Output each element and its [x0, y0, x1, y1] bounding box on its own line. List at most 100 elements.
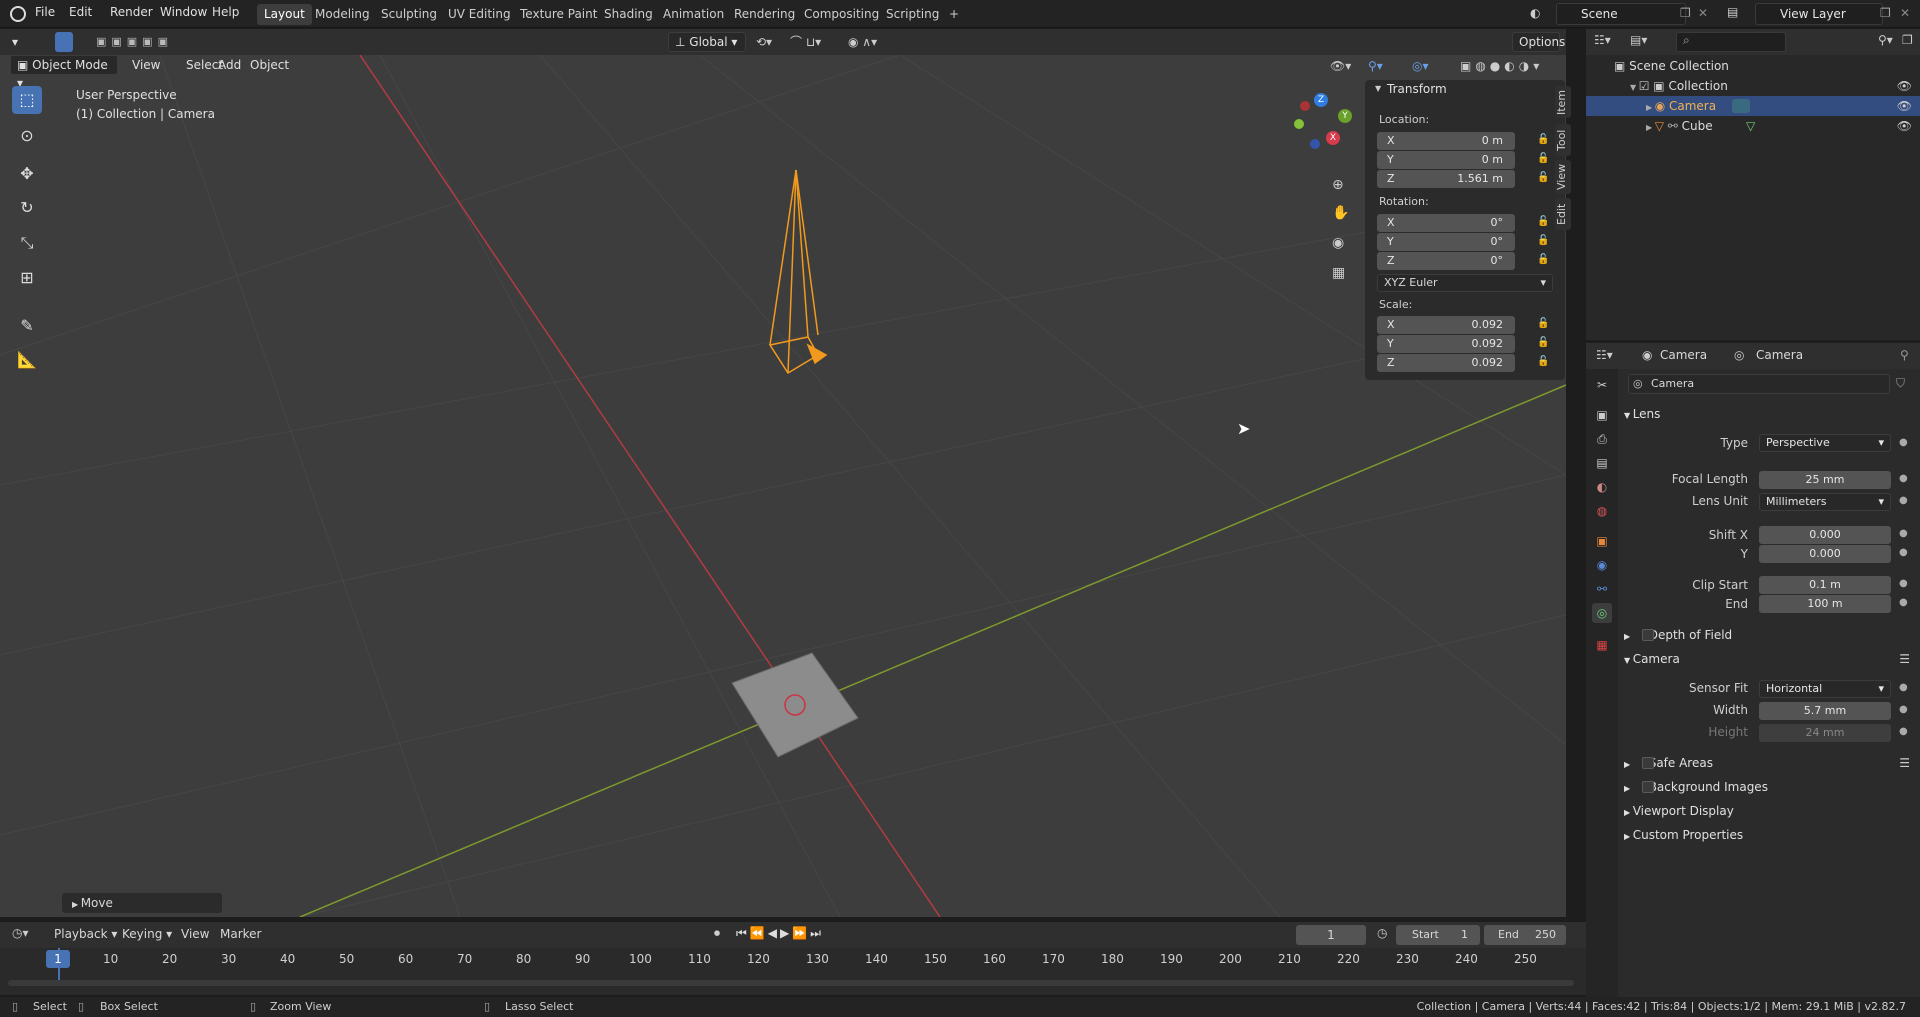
add-workspace-button[interactable]: + — [942, 4, 966, 25]
tab-compositing[interactable]: Compositing — [797, 4, 886, 25]
editor-type-icon[interactable]: ☷▾ — [1596, 348, 1613, 362]
dof-checkbox[interactable] — [1642, 629, 1654, 641]
gizmo-y[interactable]: Y — [1338, 109, 1352, 123]
menu-window[interactable]: Window — [160, 5, 207, 19]
scene-selector[interactable]: Scene — [1556, 3, 1686, 25]
section-camera[interactable]: ▼ Camera ☰ — [1624, 649, 1914, 669]
gizmo-neg-x[interactable] — [1300, 101, 1310, 111]
mesh-data-icon[interactable]: ▽ — [1746, 116, 1755, 136]
blender-logo-icon[interactable] — [10, 6, 26, 22]
overlay-toggle-icon[interactable]: ◎▾ — [1412, 56, 1429, 76]
section-background-images[interactable]: ▶ Background Images — [1624, 777, 1914, 797]
start-frame-field[interactable]: Start 1 — [1396, 925, 1480, 945]
proportional-edit-icon[interactable]: ◉ ∧▾ — [848, 32, 877, 52]
keyframe-dot-icon[interactable]: ● — [1899, 495, 1908, 506]
menu-playback[interactable]: Playback ▾ — [54, 927, 117, 941]
sidebar-tab-tool[interactable]: Tool — [1555, 124, 1571, 156]
eye-icon[interactable]: 👁 — [1897, 76, 1912, 96]
keyframe-dot-icon[interactable]: ● — [1899, 528, 1908, 539]
lock-icon[interactable]: 🔓 — [1537, 356, 1551, 370]
rotation-z-field[interactable]: Z 0° — [1377, 252, 1515, 270]
end-frame-field[interactable]: End 250 — [1484, 925, 1566, 945]
menu-add[interactable]: Add — [218, 55, 241, 75]
keyframe-dot-icon[interactable]: ● — [1899, 597, 1908, 608]
menu-marker[interactable]: Marker — [220, 927, 261, 941]
pan-hand-icon[interactable]: ✋ — [1332, 205, 1349, 221]
visibility-icon[interactable]: 👁▾ — [1330, 56, 1351, 76]
outliner-row-collection[interactable]: ▼ ☑ ▣ Collection 👁 — [1586, 76, 1920, 96]
move-tool-icon[interactable]: ✥ — [12, 160, 42, 188]
lock-icon[interactable]: 🔓 — [1537, 216, 1551, 230]
playback-controls-icons[interactable]: ⏮⏪◀▶⏩⏭ — [736, 926, 824, 941]
sidebar-tab-item[interactable]: Item — [1555, 86, 1571, 118]
rotate-tool-icon[interactable]: ↻ — [12, 194, 42, 222]
annotate-tool-icon[interactable]: ✎ — [12, 312, 42, 340]
gizmo-toggle-icon[interactable]: ⚲▾ — [1368, 56, 1383, 76]
gizmo-neg-y[interactable] — [1294, 119, 1304, 129]
section-custom-properties[interactable]: ▶ Custom Properties — [1624, 825, 1914, 845]
focal-length-field[interactable]: 25 mm — [1759, 471, 1891, 489]
menu-keying[interactable]: Keying ▾ — [122, 927, 172, 941]
sidebar-tab-view[interactable]: View — [1555, 160, 1571, 194]
presets-list-icon[interactable]: ☰ — [1899, 649, 1910, 669]
new-collection-icon[interactable]: ❐ — [1902, 33, 1913, 47]
tab-rendering[interactable]: Rendering — [727, 4, 802, 25]
3d-viewport[interactable]: User Perspective (1) Collection | Camera… — [0, 55, 1566, 917]
tab-animation[interactable]: Animation — [656, 4, 731, 25]
new-view-layer-icon[interactable]: ❐ — [1880, 6, 1891, 20]
sensor-fit-dropdown[interactable]: Horizontal ▾ — [1759, 680, 1891, 698]
ortho-grid-icon[interactable]: ▦ — [1332, 265, 1345, 281]
section-viewport-display[interactable]: ▶ Viewport Display — [1624, 801, 1914, 821]
lock-icon[interactable]: 🔓 — [1537, 153, 1551, 167]
tab-sculpting[interactable]: Sculpting — [374, 4, 444, 25]
measure-tool-icon[interactable]: 📐 — [12, 346, 42, 374]
camera-datablock-field[interactable]: Camera — [1628, 374, 1890, 394]
eye-icon[interactable]: 👁 — [1897, 116, 1912, 136]
outliner-search-input[interactable]: ⌕ — [1676, 32, 1786, 52]
current-frame-field[interactable]: 1 — [1296, 925, 1366, 945]
playhead-frame-label[interactable]: 1 — [46, 950, 70, 968]
record-icon[interactable]: ⏺ — [714, 926, 720, 941]
tab-scripting[interactable]: Scripting — [879, 4, 946, 25]
safe-areas-checkbox[interactable] — [1642, 757, 1654, 769]
camera-data-icon[interactable] — [1732, 99, 1750, 113]
new-scene-icon[interactable]: ❐ — [1680, 6, 1691, 20]
lock-icon[interactable]: 🔓 — [1537, 318, 1551, 332]
menu-object[interactable]: Object — [250, 55, 289, 75]
outliner-row-camera[interactable]: ▶ ◉ Camera 👁 — [1586, 96, 1920, 116]
render-tab-icon[interactable]: ▣ — [1592, 405, 1612, 425]
lock-icon[interactable]: 🔓 — [1537, 254, 1551, 268]
options-dropdown[interactable]: Options — [1512, 32, 1565, 52]
lens-unit-dropdown[interactable]: Millimeters ▾ — [1759, 493, 1891, 511]
remove-view-layer-icon[interactable]: ✕ — [1900, 6, 1910, 20]
sidebar-tab-edit[interactable]: Edit — [1555, 198, 1571, 230]
clip-end-field[interactable]: 100 m — [1759, 595, 1891, 613]
tab-layout[interactable]: Layout — [257, 4, 312, 25]
scale-x-field[interactable]: X 0.092 — [1377, 316, 1515, 334]
gizmo-neg-z[interactable] — [1310, 139, 1320, 149]
location-z-field[interactable]: Z 1.561 m — [1377, 170, 1515, 188]
tab-shading[interactable]: Shading — [597, 4, 660, 25]
expand-icon[interactable]: ▶ — [1586, 123, 1655, 132]
menu-render[interactable]: Render — [110, 5, 153, 19]
bg-images-checkbox[interactable] — [1642, 781, 1654, 793]
preview-range-icon[interactable]: ◷ — [1377, 926, 1387, 940]
tool-tab-icon[interactable]: ✂ — [1592, 375, 1612, 395]
keyframe-dot-icon[interactable]: ● — [1899, 473, 1908, 484]
expand-icon[interactable]: ▼ — [1586, 83, 1639, 92]
tab-texture-paint[interactable]: Texture Paint — [513, 4, 604, 25]
tab-uv-editing[interactable]: UV Editing — [441, 4, 518, 25]
scale-tool-icon[interactable]: ⤡ — [12, 229, 42, 257]
camera-view-icon[interactable]: ◉ — [1332, 235, 1344, 251]
orientation-dropdown[interactable]: ⊥ Global ▾ — [668, 32, 746, 52]
menu-view[interactable]: View — [132, 55, 160, 75]
view-layer-tab-icon[interactable]: ▤ — [1592, 453, 1612, 473]
menu-timeline-view[interactable]: View — [181, 927, 209, 941]
keyframe-dot-icon[interactable]: ● — [1899, 578, 1908, 589]
shift-y-field[interactable]: 0.000 — [1759, 545, 1891, 563]
location-y-field[interactable]: Y 0 m — [1377, 151, 1515, 169]
lock-icon[interactable]: 🔓 — [1537, 172, 1551, 186]
outliner-row-scene-collection[interactable]: ▣ Scene Collection — [1586, 56, 1920, 76]
cursor-tool-icon[interactable]: ⊙ — [12, 122, 42, 150]
clip-start-field[interactable]: 0.1 m — [1759, 576, 1891, 594]
